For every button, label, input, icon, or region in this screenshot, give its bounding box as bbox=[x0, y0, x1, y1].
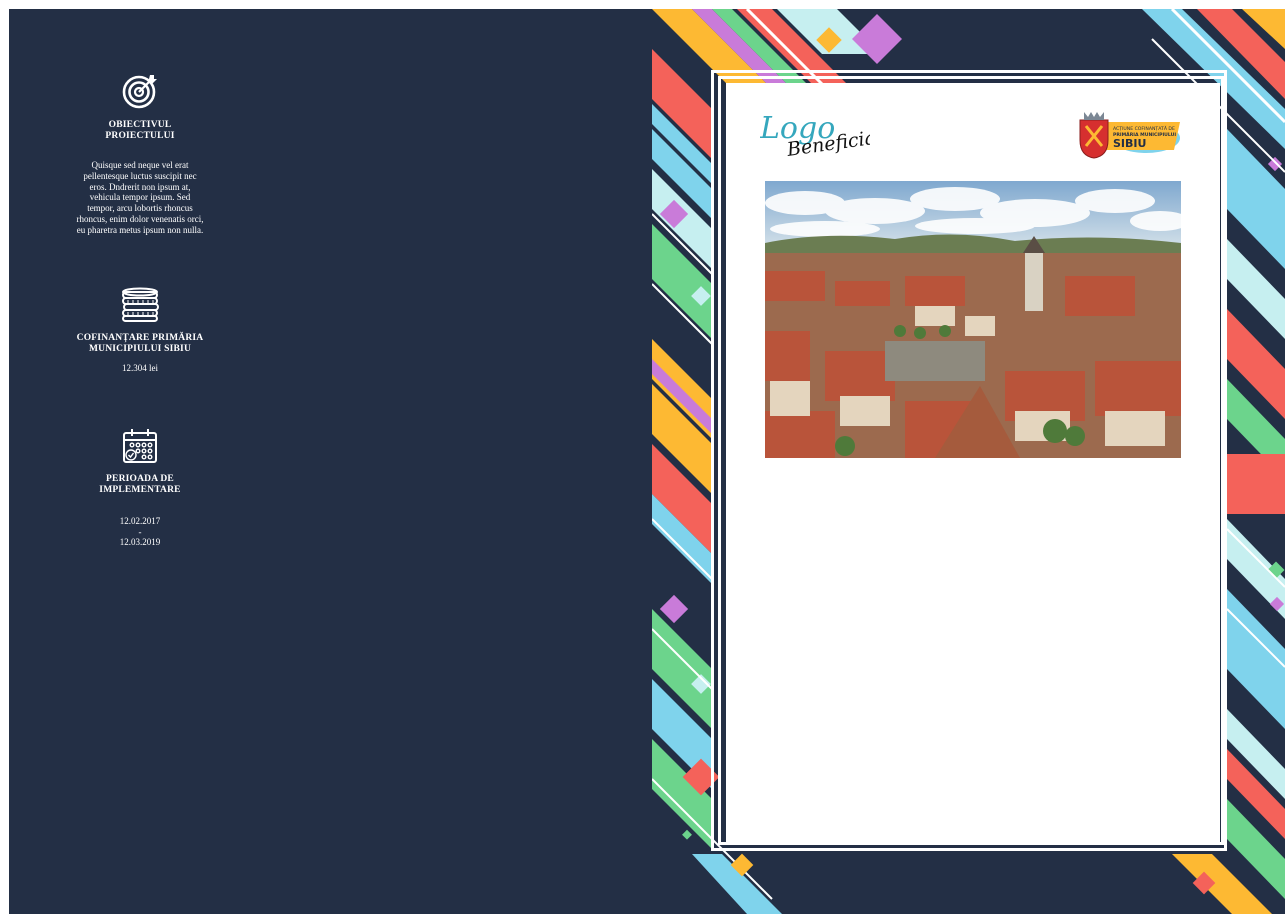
left-panel: OBIECTIVUL PROIECTULUI Quisque sed neque… bbox=[9, 9, 652, 914]
cofinancing-section: COFINANȚARE PRIMĂRIA MUNICIPIULUI SIBIU … bbox=[75, 287, 205, 373]
sibiu-logo: ACȚIUNE COFINANȚATĂ DE PRIMĂRIA MUNICIPI… bbox=[1079, 112, 1180, 159]
coins-icon bbox=[122, 287, 159, 322]
objective-heading: OBIECTIVUL PROIECTULUI bbox=[105, 120, 175, 141]
objective-body: Quisque sed neque vel erat pellentesque … bbox=[76, 160, 204, 235]
city-photo bbox=[765, 181, 1181, 458]
cofinancing-heading: COFINANȚARE PRIMĂRIA MUNICIPIULUI SIBIU bbox=[76, 333, 204, 354]
period-section: PERIOADA DE IMPLEMENTARE 12.02.2017 - 12… bbox=[75, 428, 205, 548]
calendar-icon bbox=[123, 429, 157, 463]
period-dates: 12.02.2017 - 12.03.2019 bbox=[75, 516, 205, 548]
period-end: 12.03.2019 bbox=[119, 537, 161, 547]
period-heading: PERIOADA DE IMPLEMENTARE bbox=[99, 474, 181, 495]
cofinancing-value: 12.304 lei bbox=[122, 363, 158, 373]
target-icon bbox=[122, 75, 157, 109]
logo-beneficiar: Logo Beneficiar bbox=[760, 111, 870, 161]
sibiu-logo-line3: SIBIU bbox=[1113, 137, 1146, 150]
sibiu-logo-line1: ACȚIUNE COFINANȚATĂ DE bbox=[1113, 125, 1175, 132]
period-start: 12.02.2017 bbox=[119, 516, 161, 526]
period-separator: - bbox=[138, 526, 142, 537]
objective-section: OBIECTIVUL PROIECTULUI Quisque sed neque… bbox=[75, 72, 205, 236]
